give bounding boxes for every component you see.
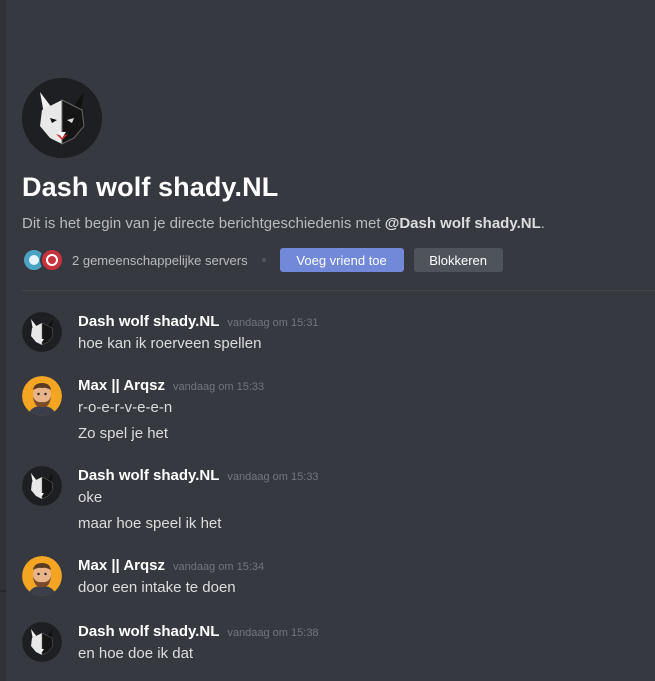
- message-avatar[interactable]: [22, 466, 62, 506]
- wolf-avatar: [22, 78, 102, 158]
- message-text: en hoe doe ik dat: [78, 645, 194, 662]
- dm-title: Dash wolf shady.NL: [22, 172, 279, 202]
- header-divider: [22, 290, 655, 291]
- user-mention[interactable]: @Dash wolf shady.NL: [385, 215, 541, 232]
- profile-avatar-large[interactable]: [22, 78, 102, 158]
- message-text: oke: [78, 489, 103, 506]
- intro-suffix: .: [540, 215, 545, 232]
- message-group: Dash wolf shady.NL vandaag om 15:31 hoe …: [6, 300, 655, 358]
- message-timestamp: vandaag om 15:33: [173, 381, 265, 393]
- message-text: door een intake te doen: [78, 579, 236, 596]
- message-group: Dash wolf shady.NL vandaag om 15:33 oke …: [6, 454, 655, 544]
- message-timestamp: vandaag om 15:33: [227, 471, 319, 483]
- message-group: Max || Arqsz vandaag om 15:33 r-o-e-r-v-…: [6, 364, 655, 454]
- message-text: r-o-e-r-v-e-e-n: [78, 399, 173, 416]
- intro-prefix: Dit is het begin van je directe berichtg…: [22, 215, 385, 232]
- message-group: Max || Arqsz vandaag om 15:34 door een i…: [6, 544, 655, 610]
- message-author[interactable]: Dash wolf shady.NL: [78, 467, 219, 484]
- bearded-man-avatar: [22, 556, 62, 596]
- message-text: Zo spel je het: [78, 425, 169, 442]
- dm-welcome-header: Dash wolf shady.NL Dit is het begin van …: [22, 78, 655, 272]
- mutual-servers-link[interactable]: 2 gemeenschappelijke servers: [72, 253, 248, 268]
- message-list: Dash wolf shady.NL vandaag om 15:31 hoe …: [6, 300, 655, 676]
- message-avatar[interactable]: [22, 622, 62, 662]
- message-timestamp: vandaag om 15:34: [173, 561, 265, 573]
- message-author[interactable]: Dash wolf shady.NL: [78, 623, 219, 640]
- message-group: Dash wolf shady.NL vandaag om 15:38 en h…: [6, 610, 655, 676]
- wolf-avatar: [22, 466, 62, 506]
- message-avatar[interactable]: [22, 376, 62, 416]
- message-author[interactable]: Max || Arqsz: [78, 557, 165, 574]
- dm-intro-text: Dit is het begin van je directe berichtg…: [22, 215, 655, 232]
- bearded-man-avatar: [22, 376, 62, 416]
- message-text: hoe kan ik roerveen spellen: [78, 335, 262, 352]
- block-button[interactable]: Blokkeren: [413, 248, 503, 272]
- mutual-server-icons[interactable]: [22, 248, 64, 272]
- dm-channel: Dash wolf shady.NL Dit is het begin van …: [6, 0, 655, 681]
- separator-dot: [261, 258, 266, 262]
- wolf-avatar: [22, 622, 62, 662]
- message-avatar[interactable]: [22, 556, 62, 596]
- message-author[interactable]: Dash wolf shady.NL: [78, 313, 219, 330]
- message-timestamp: vandaag om 15:31: [227, 317, 319, 329]
- add-friend-button[interactable]: Voeg vriend toe: [279, 248, 404, 272]
- wolf-avatar: [22, 312, 62, 352]
- message-timestamp: vandaag om 15:38: [227, 627, 319, 639]
- message-avatar[interactable]: [22, 312, 62, 352]
- server-icon-2: [40, 248, 64, 272]
- profile-actions: 2 gemeenschappelijke servers Voeg vriend…: [22, 248, 655, 272]
- message-author[interactable]: Max || Arqsz: [78, 377, 165, 394]
- message-text: maar hoe speel ik het: [78, 515, 222, 532]
